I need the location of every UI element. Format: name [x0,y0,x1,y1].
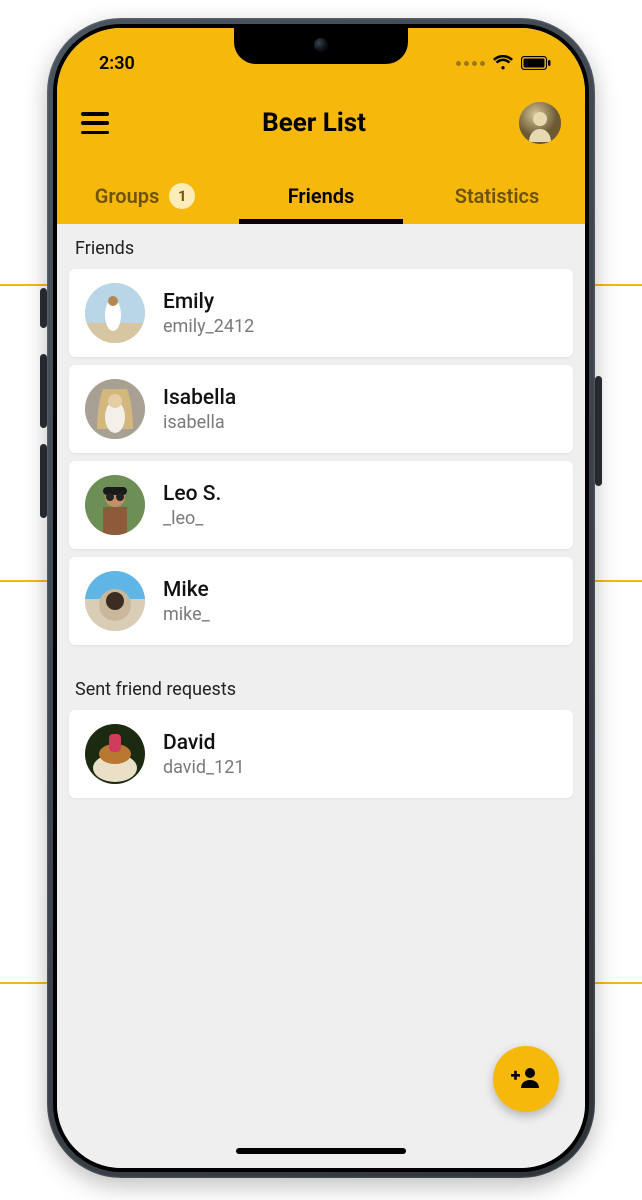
friend-name: Leo S. [163,482,221,506]
front-camera-icon [314,38,328,52]
list-item-text: David david_121 [163,731,245,778]
tab-label: Statistics [455,184,540,208]
tab-groups[interactable]: Groups 1 [57,168,233,224]
list-item[interactable]: David david_121 [69,710,573,798]
wifi-icon [492,55,514,71]
tab-label: Groups [95,184,160,208]
profile-avatar[interactable] [519,102,561,144]
cellular-icon [456,61,485,66]
friend-handle: isabella [163,412,236,433]
phone-notch [234,28,408,64]
tab-label: Friends [288,184,355,208]
menu-button[interactable] [81,112,109,134]
clock: 2:30 [99,35,135,74]
battery-icon [521,56,551,70]
list-item-text: Mike mike_ [163,578,210,625]
phone-inner: 2:30 [53,24,589,1172]
home-indicator [236,1148,406,1154]
groups-badge: 1 [169,183,195,209]
friend-handle: mike_ [163,604,210,625]
avatar [85,283,145,343]
phone-side-button [40,354,47,428]
tab-bar: Groups 1 Friends Statistics [57,168,585,224]
friend-name: David [163,731,245,755]
app-header: Beer List Groups 1 Friends Statistics [57,80,585,224]
avatar [85,379,145,439]
friend-handle: _leo_ [163,508,221,529]
page-title: Beer List [262,108,366,138]
friend-name: Emily [163,290,254,314]
friend-handle: david_121 [163,757,245,778]
avatar [85,724,145,784]
list-item[interactable]: Emily emily_2412 [69,269,573,357]
tab-statistics[interactable]: Statistics [409,168,585,224]
list-item-text: Emily emily_2412 [163,290,254,337]
content-area: Friends Emily emily_2412 [57,224,585,1168]
section-header-friends: Friends [57,224,585,269]
friend-handle: emily_2412 [163,316,254,337]
avatar [85,475,145,535]
list-item-text: Isabella isabella [163,386,236,433]
avatar [85,571,145,631]
phone-side-button [40,288,47,328]
friend-name: Mike [163,578,210,602]
phone-side-button [595,376,602,486]
add-friend-button[interactable] [493,1046,559,1112]
list-item[interactable]: Mike mike_ [69,557,573,645]
phone-side-button [40,444,47,518]
status-icons [456,37,551,71]
friend-name: Isabella [163,386,236,410]
list-item[interactable]: Leo S. _leo_ [69,461,573,549]
tab-friends[interactable]: Friends [233,168,409,224]
screen: 2:30 [57,28,585,1168]
list-item-text: Leo S. _leo_ [163,482,221,529]
title-bar: Beer List [57,98,585,148]
phone-frame: 2:30 [47,18,595,1178]
section-header-sent: Sent friend requests [57,653,585,710]
list-item[interactable]: Isabella isabella [69,365,573,453]
person-add-icon [511,1066,541,1092]
